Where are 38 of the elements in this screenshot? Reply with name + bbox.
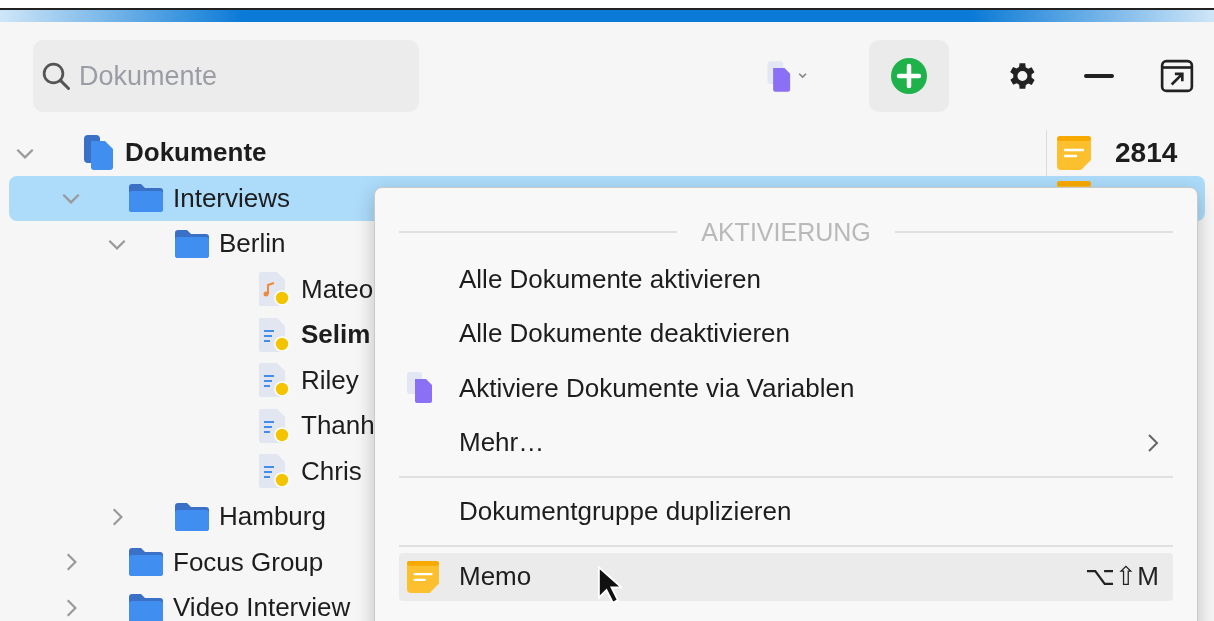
folder-icon <box>129 593 163 621</box>
folder-icon <box>129 548 163 577</box>
tree-item[interactable]: Interviews <box>173 182 291 214</box>
folder-icon <box>175 229 209 258</box>
menu-item[interactable]: Alle Dokumente aktivieren <box>399 252 1173 307</box>
tree-item[interactable]: Selim <box>301 319 371 351</box>
menu-section-header: AKTIVIERUNG <box>701 217 871 247</box>
text-document-icon <box>259 454 291 489</box>
folder-icon <box>129 184 163 213</box>
tree-item[interactable]: Thanh <box>301 410 375 442</box>
tree-item[interactable]: Video Interview <box>173 592 351 621</box>
tree-item[interactable]: Focus Group <box>173 546 324 578</box>
search-field[interactable]: Dokumente <box>33 40 419 112</box>
menu-item[interactable]: Alle Dokumente deaktivieren <box>399 306 1173 361</box>
mouse-pointer-icon <box>596 566 622 604</box>
menu-item[interactable]: Dokumentgruppe duplizieren <box>399 484 1173 539</box>
folder-icon <box>175 502 209 531</box>
add-button[interactable] <box>869 40 949 112</box>
pop-out-icon[interactable] <box>1160 59 1194 93</box>
tree-item[interactable]: Riley <box>301 364 359 396</box>
tree-item[interactable]: Hamburg <box>219 501 326 533</box>
menu-item[interactable]: Aktiviere Dokumente via Variablen <box>399 361 1173 416</box>
audio-document-icon <box>259 272 291 307</box>
search-icon <box>41 61 71 91</box>
memo-count: 2814 <box>1115 136 1178 169</box>
text-document-icon <box>259 363 291 398</box>
tree-item[interactable]: Dokumente <box>125 137 267 169</box>
menu-item[interactable]: Memo ⌥⇧M <box>399 552 1173 601</box>
tree-item[interactable]: Berlin <box>219 228 286 260</box>
tree-item[interactable]: Chris <box>301 455 362 487</box>
tree-item[interactable]: Mateo <box>301 273 374 305</box>
documents-icon <box>83 134 115 171</box>
text-document-icon <box>259 408 291 443</box>
plus-icon <box>889 56 929 96</box>
memo-icon <box>407 560 439 593</box>
menu-item[interactable]: Mehr… <box>399 415 1173 470</box>
minimize-icon[interactable] <box>1084 73 1114 79</box>
text-document-icon <box>259 317 291 352</box>
